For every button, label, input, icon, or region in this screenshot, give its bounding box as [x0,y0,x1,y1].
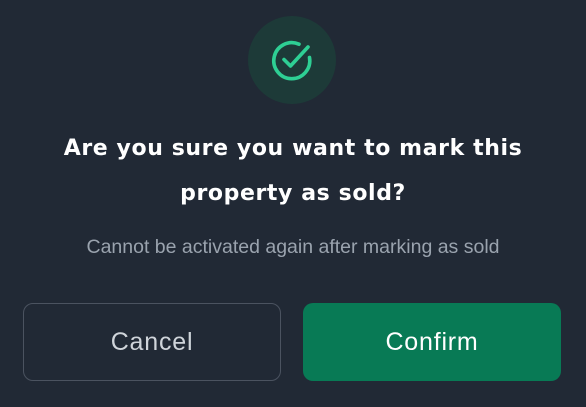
dialog-title: Are you sure you want to mark this prope… [40,126,546,216]
check-circle-icon [271,40,312,81]
confirm-button[interactable]: Confirm [303,303,561,381]
cancel-button[interactable]: Cancel [23,303,281,381]
dialog-subtitle: Cannot be activated again after marking … [86,236,500,258]
dialog-title-line-2: property as sold? [180,181,406,206]
confirm-dialog: Are you sure you want to mark this prope… [0,0,586,407]
dialog-title-line-1: Are you sure you want to mark this [63,136,523,161]
icon-badge [248,16,336,104]
